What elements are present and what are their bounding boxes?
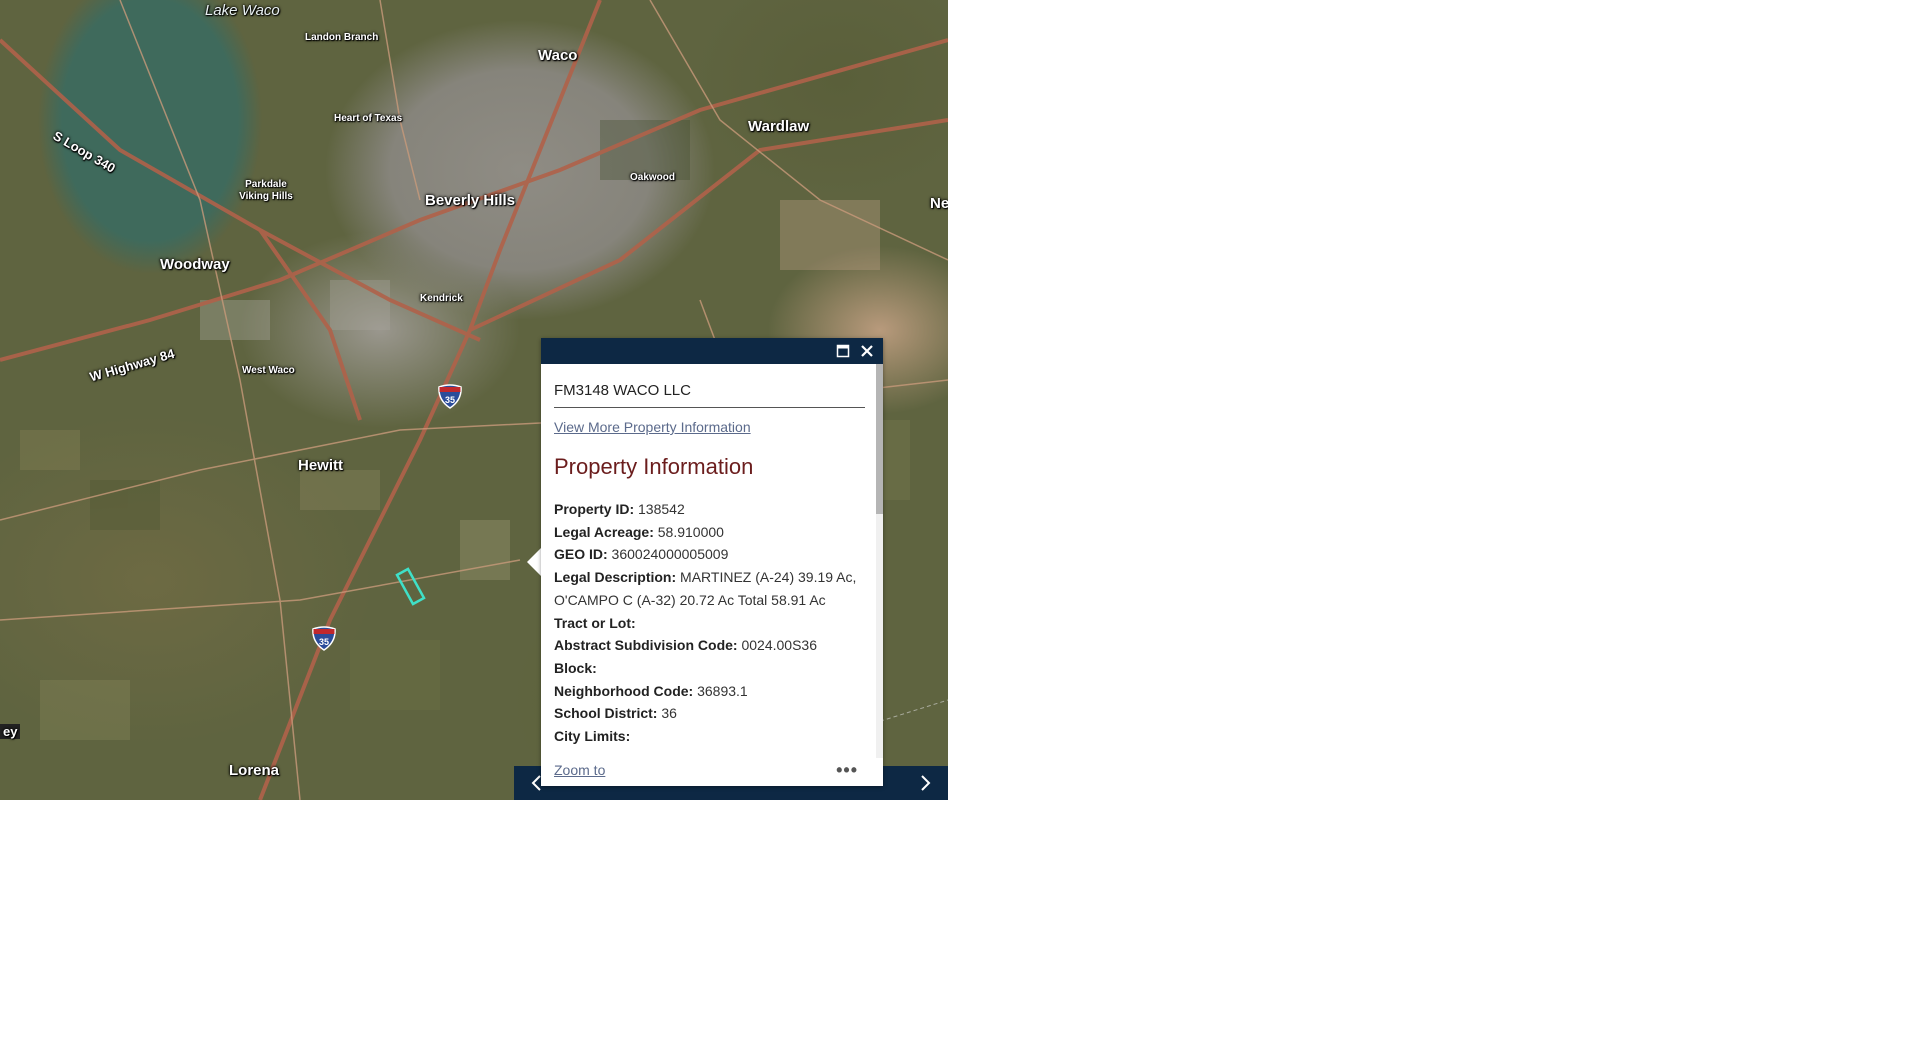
popup-pointer xyxy=(527,548,541,576)
field-row: Tract or Lot: xyxy=(554,612,865,635)
interstate-shield-icon: 35 xyxy=(312,626,336,651)
map-label: Ne xyxy=(930,195,948,212)
field-value: 36 xyxy=(657,705,677,722)
chevron-right-icon[interactable] xyxy=(914,772,936,794)
field-value: 36893.1 xyxy=(693,682,748,699)
map-label: Waco xyxy=(538,47,578,64)
map-label: Beverly Hills xyxy=(425,192,516,209)
field-row: Legal Acreage: 58.910000 xyxy=(554,521,865,544)
field-row: Block: xyxy=(554,657,865,680)
field-row: Property ID: 138542 xyxy=(554,498,865,521)
map-label: Kendrick xyxy=(420,293,463,304)
maximize-icon[interactable] xyxy=(833,341,853,361)
svg-text:35: 35 xyxy=(445,395,455,405)
popup-content[interactable]: FM3148 WACO LLC View More Property Infor… xyxy=(554,364,865,758)
zoom-to-link[interactable]: Zoom to xyxy=(554,762,605,778)
field-label: Block: xyxy=(554,659,597,676)
popup-scrollbar[interactable] xyxy=(876,364,883,758)
field-value: 58.910000 xyxy=(653,523,724,540)
popup-header xyxy=(541,338,883,364)
owner-name: FM3148 WACO LLC xyxy=(554,382,865,408)
map-label: Hewitt xyxy=(298,457,343,474)
map-label: Oakwood xyxy=(630,172,676,183)
field-value: 0024.00S36 xyxy=(737,637,817,654)
field-value: 138542 xyxy=(634,501,685,517)
field-label: Abstract Subdivision Code: xyxy=(554,637,738,654)
map-label: Parkdale Viking Hills xyxy=(239,179,293,202)
property-popup: FM3148 WACO LLC View More Property Infor… xyxy=(541,338,883,786)
view-more-link[interactable]: View More Property Information xyxy=(554,419,751,435)
popup-footer: Zoom to ••• xyxy=(541,758,876,786)
map-label: Lake Waco xyxy=(205,2,280,19)
field-label: Neighborhood Code: xyxy=(554,682,694,699)
svg-text:35: 35 xyxy=(319,637,329,647)
field-row: City Limits: xyxy=(554,725,865,748)
map-label: Woodway xyxy=(160,256,230,273)
more-options-icon[interactable]: ••• xyxy=(836,760,858,781)
field-row: Neighborhood Code: 36893.1 xyxy=(554,680,865,703)
map-label: Wardlaw xyxy=(748,118,810,135)
field-row: Abstract Subdivision Code: 0024.00S36 xyxy=(554,634,865,657)
close-icon[interactable] xyxy=(857,341,877,361)
map-label: West Waco xyxy=(242,365,295,376)
selected-parcel-outline xyxy=(395,567,426,606)
field-label: Property ID: xyxy=(554,501,635,517)
section-title: Property Information xyxy=(554,454,754,479)
field-row: School District: 36 xyxy=(554,702,865,725)
field-label: GEO ID: xyxy=(554,546,608,563)
field-label: Legal Description: xyxy=(554,569,677,586)
map-label: Lorena xyxy=(229,762,280,779)
map-label: Heart of Texas xyxy=(334,113,403,124)
interstate-shield-icon: 35 xyxy=(438,384,462,409)
field-label: Legal Acreage: xyxy=(554,523,654,540)
field-label: Tract or Lot: xyxy=(554,614,636,631)
field-row: GEO ID: 360024000005009 xyxy=(554,543,865,566)
field-label: City Limits: xyxy=(554,728,631,745)
field-label: School District: xyxy=(554,705,658,722)
popup-scroll-thumb[interactable] xyxy=(876,364,883,514)
property-fields: Property ID: 138542 Legal Acreage: 58.91… xyxy=(554,498,865,748)
field-row: Legal Description: MARTINEZ (A-24) 39.19… xyxy=(554,566,865,611)
map-label: Landon Branch xyxy=(305,32,379,43)
map-label: ey xyxy=(0,724,21,739)
field-value: 360024000005009 xyxy=(607,546,729,563)
